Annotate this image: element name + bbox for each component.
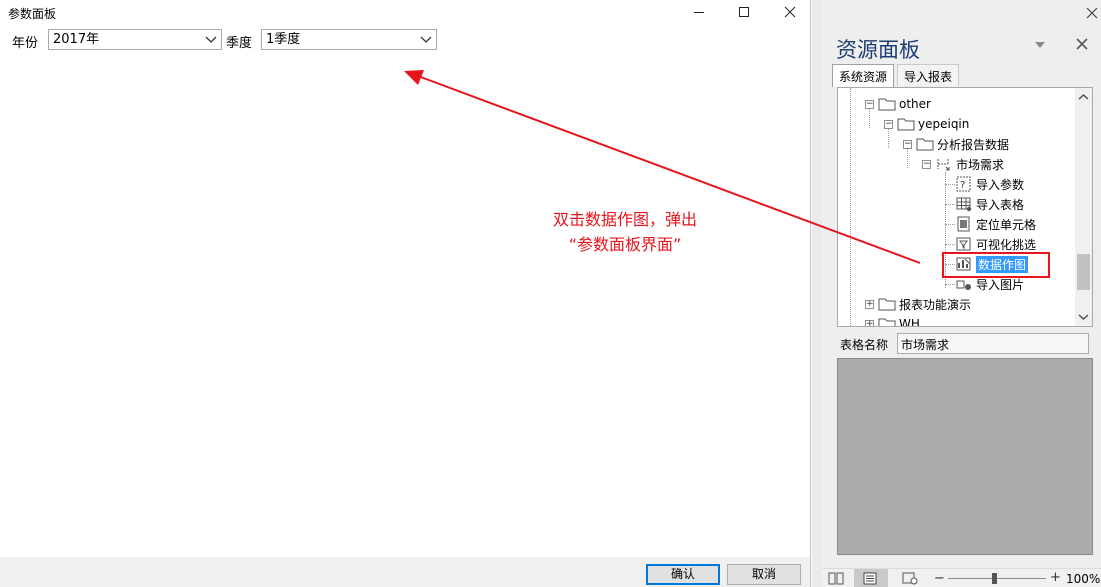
tree-connector	[945, 204, 955, 205]
annotation-line-2: “参数面板界面”	[568, 235, 682, 254]
quarter-select[interactable]: 1季度	[261, 29, 437, 50]
scrollbar-thumb[interactable]	[1077, 254, 1090, 290]
tree-node-label: 导入图片	[976, 277, 1025, 292]
annotation-line-1: 双击数据作图，弹出	[552, 210, 697, 229]
tree-node-label: 市场需求	[956, 157, 1005, 172]
tree-node-label: 导入参数	[976, 177, 1025, 192]
panel-close-icon[interactable]	[1075, 36, 1089, 52]
read-mode-icon[interactable]	[828, 572, 844, 585]
collapse-toggle[interactable]: −	[865, 100, 874, 109]
zoom-slider[interactable]	[948, 578, 1046, 579]
tree-connector	[945, 284, 955, 285]
tree-item-import-table[interactable]: 导入表格	[955, 195, 1024, 213]
table-name-field[interactable]: 市场需求	[897, 333, 1089, 354]
tree-connector	[945, 224, 955, 225]
dialog-title: 参数面板	[8, 7, 57, 21]
tree-item-visual-filter[interactable]: 可视化挑选	[955, 235, 1036, 253]
parameter-icon: ?	[956, 176, 971, 192]
tree-folder-partial[interactable]: WH	[878, 315, 920, 327]
filter-icon	[956, 237, 971, 251]
scroll-up-icon[interactable]	[1078, 92, 1089, 103]
panel-splitter[interactable]	[812, 0, 822, 587]
tab-import-report[interactable]: 导入报表	[897, 64, 960, 86]
tree-node-label: other	[899, 97, 931, 111]
web-layout-icon[interactable]	[902, 572, 918, 585]
folder-icon	[878, 98, 896, 111]
panel-title: 资源面板	[836, 38, 920, 62]
confirm-button[interactable]: 确认	[646, 564, 720, 585]
collapse-toggle[interactable]: −	[903, 140, 912, 149]
collapse-toggle[interactable]: −	[884, 120, 893, 129]
tree-scrollbar[interactable]	[1075, 88, 1092, 326]
expand-toggle[interactable]: +	[865, 300, 874, 309]
tree-connector	[888, 128, 889, 148]
cancel-button[interactable]: 取消	[727, 564, 801, 585]
tree-connector	[945, 184, 955, 185]
parameter-dialog: 参数面板 年份 2017年 季度 1季度 确认 取消	[0, 0, 811, 587]
tree-folder-demo[interactable]: 报表功能演示	[878, 295, 971, 313]
folder-icon	[897, 118, 915, 131]
tree-connector	[907, 148, 908, 168]
window-close-button[interactable]	[1083, 3, 1101, 23]
year-label: 年份	[12, 36, 39, 51]
tree-connector	[850, 88, 851, 326]
minimize-button[interactable]	[676, 0, 722, 24]
tab-system-resources[interactable]: 系统资源	[832, 64, 895, 87]
zoom-slider-thumb[interactable]	[992, 573, 997, 584]
minimize-icon	[694, 12, 704, 13]
maximize-button[interactable]	[721, 0, 767, 24]
panel-menu-icon[interactable]	[1033, 40, 1047, 50]
tree-folder-yepeiqin[interactable]: yepeiqin	[897, 115, 969, 133]
year-select[interactable]: 2017年	[48, 29, 222, 50]
zoom-in-button[interactable]: +	[1050, 570, 1061, 585]
quarter-label: 季度	[226, 36, 253, 51]
zoom-level: 100%	[1066, 572, 1101, 586]
tree-node-label: yepeiqin	[918, 117, 970, 131]
tree-node-label: 报表功能演示	[899, 297, 972, 312]
tree-node-label: 导入表格	[976, 197, 1025, 212]
image-icon	[956, 280, 971, 290]
preview-area	[837, 358, 1093, 555]
collapse-toggle[interactable]: −	[922, 160, 931, 169]
folder-icon	[878, 298, 896, 311]
expand-toggle[interactable]: +	[865, 320, 874, 326]
tree-item-market-demand[interactable]: 市场需求	[935, 155, 1004, 173]
quarter-select-value: 1季度	[266, 32, 301, 47]
tree-folder-report-data[interactable]: 分析报告数据	[916, 135, 1009, 153]
print-layout-icon[interactable]	[862, 572, 878, 585]
tree-node-label: 定位单元格	[976, 217, 1037, 232]
highlight-box	[942, 252, 1050, 278]
tree-node-label: WH	[899, 317, 920, 327]
tree-item-import-params[interactable]: ? 导入参数	[955, 175, 1024, 193]
resource-tree[interactable]: − other − yepeiqin − 分析报告数据 − 市场需求 ? 导入参…	[837, 87, 1093, 327]
zoom-out-button[interactable]: −	[934, 571, 945, 586]
close-icon	[784, 6, 796, 18]
tree-node-label: 可视化挑选	[976, 237, 1037, 252]
close-icon	[1086, 7, 1098, 19]
maximize-icon	[739, 7, 749, 17]
folder-icon	[916, 138, 934, 151]
tree-connector	[945, 244, 955, 245]
svg-text:?: ?	[960, 180, 965, 191]
resource-panel: 资源面板 系统资源 导入报表 − other − yepeiqin − 分析报告…	[822, 0, 1101, 587]
close-button[interactable]	[767, 0, 813, 24]
status-bar: − + 100%	[822, 568, 1101, 587]
scroll-down-icon[interactable]	[1078, 311, 1089, 322]
table-name-label: 表格名称	[840, 338, 889, 352]
tree-connector	[869, 108, 870, 128]
tree-item-locate-cell[interactable]: 定位单元格	[955, 215, 1036, 233]
flow-icon	[937, 159, 950, 171]
year-select-value: 2017年	[53, 32, 100, 47]
cell-locate-icon	[957, 216, 970, 232]
chevron-down-icon	[205, 36, 217, 43]
folder-icon	[878, 318, 896, 326]
chevron-down-icon	[420, 36, 432, 43]
tree-folder-other[interactable]: other	[878, 95, 931, 113]
tree-node-label: 分析报告数据	[937, 137, 1010, 152]
annotation-text: 双击数据作图，弹出 “参数面板界面”	[515, 207, 735, 257]
table-icon	[956, 197, 972, 212]
